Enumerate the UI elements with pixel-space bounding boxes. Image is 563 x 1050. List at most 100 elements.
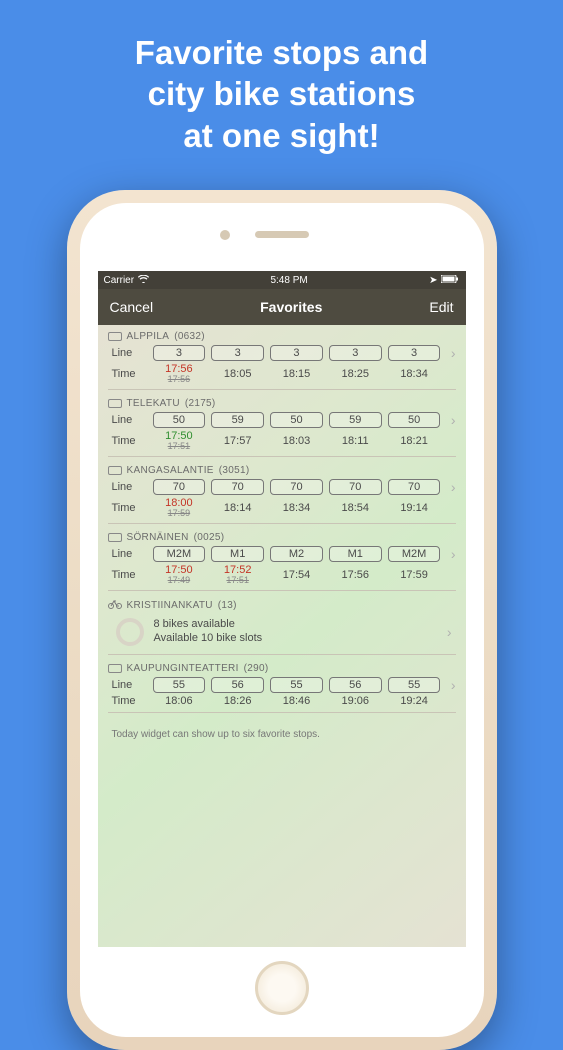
line-chip: 56 [211, 677, 264, 693]
departure-time: 18:25 [326, 367, 385, 381]
bike-station-name: KRISTIINANKATU [127, 600, 213, 611]
departure-time: 18:0017:59 [150, 496, 209, 519]
departure-time: 18:03 [267, 434, 326, 448]
stop-code: (2175) [185, 398, 216, 409]
line-chip: 3 [211, 345, 264, 361]
time-row-label: Time [108, 435, 150, 447]
line-chip: 56 [329, 677, 382, 693]
time-row-label: Time [108, 695, 150, 707]
line-chip: 3 [388, 345, 441, 361]
stop-section[interactable]: KANGASALANTIE (3051) Line 7070707070 › T… [98, 459, 466, 526]
departure-time: 17:5017:51 [150, 429, 209, 452]
departure-time: 18:34 [267, 501, 326, 515]
metro-icon [108, 533, 122, 542]
phone-mockup: Carrier 5:48 PM ➤ Cancel Favorites Edit [67, 190, 497, 1050]
departure-time: 17:5217:51 [208, 563, 267, 586]
line-chip: 70 [388, 479, 441, 495]
line-chip: 59 [211, 412, 264, 428]
stop-code: (290) [244, 663, 269, 674]
line-chip: 70 [270, 479, 323, 495]
line-chip: 50 [153, 412, 206, 428]
bus-icon [108, 399, 122, 408]
departure-time: 17:59 [385, 568, 444, 582]
headline-line: at one sight! [20, 115, 543, 156]
battery-icon [441, 275, 459, 286]
chevron-right-icon: › [447, 624, 452, 640]
stop-section[interactable]: ALPPILA (0632) Line 33333 › Time 17:5617… [98, 325, 466, 392]
carrier-label: Carrier [104, 275, 135, 286]
line-chip: 55 [388, 677, 441, 693]
line-chip: 59 [329, 412, 382, 428]
line-row-label: Line [108, 548, 150, 560]
line-chip: M2 [270, 546, 323, 562]
departure-time: 18:26 [208, 694, 267, 708]
departure-time: 18:54 [326, 501, 385, 515]
statusbar-time: 5:48 PM [270, 275, 307, 286]
widget-footer-note: Today widget can show up to six favorite… [98, 715, 466, 740]
line-chip: 50 [388, 412, 441, 428]
departure-time: 18:05 [208, 367, 267, 381]
chevron-right-icon: › [443, 479, 455, 495]
stop-name: KAUPUNGINTEATTERI [127, 663, 239, 674]
page-title: Favorites [260, 299, 322, 315]
line-chip: 70 [329, 479, 382, 495]
home-button[interactable] [255, 961, 309, 1015]
stop-name: ALPPILA [127, 331, 170, 342]
stop-code: (0025) [194, 532, 225, 543]
stop-name: KANGASALANTIE [127, 465, 214, 476]
nav-bar: Cancel Favorites Edit [98, 289, 466, 325]
chevron-right-icon: › [443, 677, 455, 693]
line-chip: 55 [153, 677, 206, 693]
stop-section[interactable]: KAUPUNGINTEATTERI (290) Line 5556555655 … [98, 657, 466, 715]
chevron-right-icon: › [443, 412, 455, 428]
edit-button[interactable]: Edit [429, 299, 453, 315]
departure-time: 18:11 [326, 434, 385, 448]
stop-code: (3051) [219, 465, 250, 476]
departure-time: 19:14 [385, 501, 444, 515]
bike-icon [108, 599, 122, 612]
time-row-label: Time [108, 569, 150, 581]
chevron-right-icon: › [443, 345, 455, 361]
line-chip: 3 [153, 345, 206, 361]
line-chip: 70 [211, 479, 264, 495]
stop-header: KAUPUNGINTEATTERI (290) [108, 663, 456, 674]
stop-header: ALPPILA (0632) [108, 331, 456, 342]
stop-name: SÖRNÄINEN [127, 532, 189, 543]
departure-time: 19:24 [385, 694, 444, 708]
departure-time: 18:46 [267, 694, 326, 708]
departure-time: 19:06 [326, 694, 385, 708]
marketing-headline: Favorite stops and city bike stations at… [0, 0, 563, 174]
bike-station-section[interactable]: KRISTIINANKATU (13) 8 bikes available Av… [98, 593, 466, 657]
phone-camera [220, 230, 230, 240]
stop-header: KRISTIINANKATU (13) [108, 599, 456, 612]
headline-line: Favorite stops and [20, 32, 543, 73]
line-chip: 3 [270, 345, 323, 361]
phone-screen: Carrier 5:48 PM ➤ Cancel Favorites Edit [98, 271, 466, 947]
cancel-button[interactable]: Cancel [110, 299, 154, 315]
stop-header: KANGASALANTIE (3051) [108, 465, 456, 476]
bus-icon [108, 664, 122, 673]
location-icon: ➤ [429, 275, 437, 286]
line-row-label: Line [108, 347, 150, 359]
line-chip: 3 [329, 345, 382, 361]
departure-time: 18:06 [150, 694, 209, 708]
departure-time: 18:15 [267, 367, 326, 381]
status-bar: Carrier 5:48 PM ➤ [98, 271, 466, 289]
phone-speaker [255, 231, 309, 238]
chevron-right-icon: › [443, 546, 455, 562]
stop-section[interactable]: SÖRNÄINEN (0025) Line M2MM1M2M1M2M › Tim… [98, 526, 466, 593]
departure-time: 17:57 [208, 434, 267, 448]
departure-time: 17:5017:49 [150, 563, 209, 586]
time-row-label: Time [108, 368, 150, 380]
line-row-label: Line [108, 679, 150, 691]
departure-time: 18:21 [385, 434, 444, 448]
line-chip: M2M [153, 546, 206, 562]
time-row-label: Time [108, 502, 150, 514]
line-chip: 70 [153, 479, 206, 495]
bike-slots-label: Available 10 bike slots [154, 632, 263, 646]
departure-time: 17:5617:56 [150, 362, 209, 385]
departure-time: 17:54 [267, 568, 326, 582]
stop-header: SÖRNÄINEN (0025) [108, 532, 456, 543]
line-row-label: Line [108, 414, 150, 426]
stop-section[interactable]: TELEKATU (2175) Line 5059505950 › Time 1… [98, 392, 466, 459]
